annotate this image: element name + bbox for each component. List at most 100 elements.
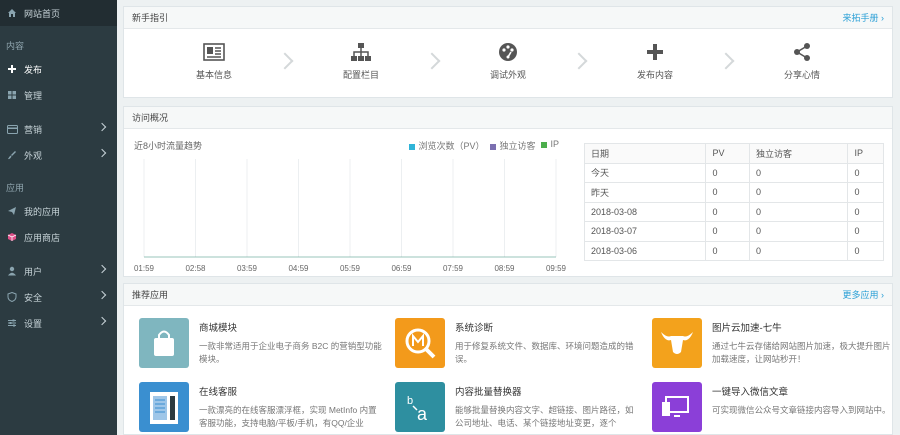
sliders-icon [6,317,18,329]
step-arrow-icon [276,52,294,70]
table-header-cell: IP [847,143,884,164]
table-row: 2018-03-07 0 0 0 [583,221,884,242]
sidebar: 网站首页 内容 发布 管理 营销 外观 应用 我的应用 应用商店 用户 安全 设… [0,0,117,435]
visits-panel-header: 访问概况 [124,107,892,129]
devices-icon [652,382,702,432]
table-header-cell: 日期 [583,143,707,164]
replace-icon: ba [395,382,445,432]
table-header-cell: 独立访客 [748,143,849,164]
sidebar-item-settings[interactable]: 设置 [0,310,117,336]
sidebar-item-security[interactable]: 安全 [0,284,117,310]
apps-panel-header: 推荐应用 更多应用 › [124,284,892,306]
bull-icon [652,318,702,368]
svg-text:b: b [407,395,413,407]
guide-steps: 基本信息 配置栏目 调试外观 发布内容 分享心情 [124,29,892,97]
table-cell: 2018-03-07 [583,221,707,242]
table-cell: 0 [748,201,849,222]
sidebar-item-users[interactable]: 用户 [0,258,117,284]
guide-step-label: 发布内容 [636,70,673,80]
app-card-diagnose[interactable]: 系统诊断 用于修复系统文件、数据库、环境问题造成的错误。 [395,318,635,378]
table-cell: 0 [705,201,750,222]
sidebar-item-appearance[interactable]: 外观 [0,142,117,168]
app-desc: 用于修复系统文件、数据库、环境问题造成的错误。 [455,341,634,364]
more-apps-link[interactable]: 更多应用 › [843,288,885,301]
table-row: 2018-03-06 0 0 0 [583,240,884,261]
table-cell: 0 [705,182,750,203]
sidebar-section-apps: 应用 [6,182,25,193]
x-tick-label: 08:59 [494,264,515,273]
guide-step-share[interactable]: 分享心情 [752,41,852,81]
table-cell: 0 [748,182,849,203]
magnifier-m-icon [395,318,445,368]
app-card-mall[interactable]: 商城模块 一款非常适用于企业电子商务 B2C 的营销型功能模块。 [139,318,382,378]
sidebar-item-home[interactable]: 网站首页 [0,0,117,26]
app-name: 在线客服 [199,387,238,398]
sidebar-item-label: 营销 [24,124,43,135]
table-cell: 0 [748,221,849,242]
table-cell: 0 [705,240,750,261]
table-cell: 2018-03-08 [583,201,707,222]
shield-icon [6,291,18,303]
table-header-row: 日期 PV 独立访客 IP [583,143,884,164]
table-cell: 0 [847,221,884,242]
x-tick-label: 07:59 [443,264,464,273]
table-cell: 0 [748,162,849,183]
guide-step-appearance[interactable]: 调试外观 [458,41,558,81]
guide-step-publish[interactable]: 发布内容 [605,41,705,81]
guide-step-columns[interactable]: 配置栏目 [311,41,411,81]
plus-icon [605,41,705,63]
guide-manual-link[interactable]: 来拓手册 › [843,11,885,24]
table-cell: 0 [847,162,884,183]
table-cell: 0 [847,240,884,261]
sidebar-item-label: 安全 [24,292,43,303]
table-cell: 今天 [583,162,707,183]
table-header-cell: PV [705,143,750,164]
guide-step-label: 分享心情 [783,70,820,80]
x-tick-label: 03:59 [237,264,258,273]
table-row: 2018-03-08 0 0 0 [583,201,884,222]
visits-title: 访问概况 [132,113,169,123]
share-icon [752,41,852,63]
visits-panel: 访问概况 近8小时流量趋势 浏览次数（PV） 独立访客 IP 01:59 02:5… [123,106,893,277]
sidebar-item-label: 设置 [24,318,43,329]
sidebar-item-manage[interactable]: 管理 [0,82,117,108]
chevron-right-icon [97,148,107,158]
x-tick-label: 04:59 [288,264,309,273]
step-arrow-icon [423,52,441,70]
sidebar-item-marketing[interactable]: 营销 [0,116,117,142]
chevron-right-icon [97,290,107,300]
cube-icon [6,231,18,243]
x-tick-label: 05:59 [340,264,361,273]
chevron-right-icon [97,264,107,274]
guide-step-label: 基本信息 [195,70,232,80]
table-cell: 0 [705,162,750,183]
app-card-online-service[interactable]: 在线客服 一款漂亮的在线客服漂浮框，实现 MetInfo 内置客服功能，支持电脑… [139,382,379,435]
app-name: 图片云加速-七牛 [712,323,782,334]
main-content: 新手指引 来拓手册 › 基本信息 配置栏目 调试外观 发布内容 分享心情 访问概… [123,0,893,435]
chat-panel-icon [139,382,189,432]
guide-step-label: 配置栏目 [342,70,379,80]
svg-text:a: a [417,404,428,424]
chevron-right-icon [97,122,107,132]
app-card-wechat-import[interactable]: 一键导入微信文章 可实现微信公众号文章链接内容导入到网站中。 [652,382,892,435]
table-cell: 2018-03-06 [583,240,707,261]
traffic-chart: 近8小时流量趋势 浏览次数（PV） 独立访客 IP 01:59 02:58 03:5… [124,129,579,279]
sidebar-item-label: 发布 [24,64,43,75]
chart-plot: 01:59 02:58 03:59 04:59 05:59 06:59 07:59 08:59… [134,159,567,273]
app-name: 商城模块 [199,323,238,334]
sidebar-item-publish[interactable]: 发布 [0,56,117,82]
x-tick-label: 06:59 [391,264,412,273]
user-icon [6,265,18,277]
app-card-qiniu[interactable]: 图片云加速-七牛 通过七牛云存储给网站图片加速，极大提升图片加载速度，让网站秒开… [652,318,892,378]
sidebar-item-app-store[interactable]: 应用商店 [0,224,117,250]
table-cell: 0 [847,182,884,203]
table-cell: 0 [847,201,884,222]
table-cell: 昨天 [583,182,707,203]
x-tick-label: 09:59 [546,264,567,273]
app-card-replacer[interactable]: ba 内容批量替换器 能够批量替换内容文字、超链接、图片路径，如公司地址、电话、… [395,382,635,435]
app-name: 系统诊断 [455,323,494,334]
sidebar-item-my-apps[interactable]: 我的应用 [0,198,117,224]
info-card-icon [164,41,264,63]
guide-step-basic-info[interactable]: 基本信息 [164,41,264,81]
sidebar-item-label: 应用商店 [24,232,61,243]
